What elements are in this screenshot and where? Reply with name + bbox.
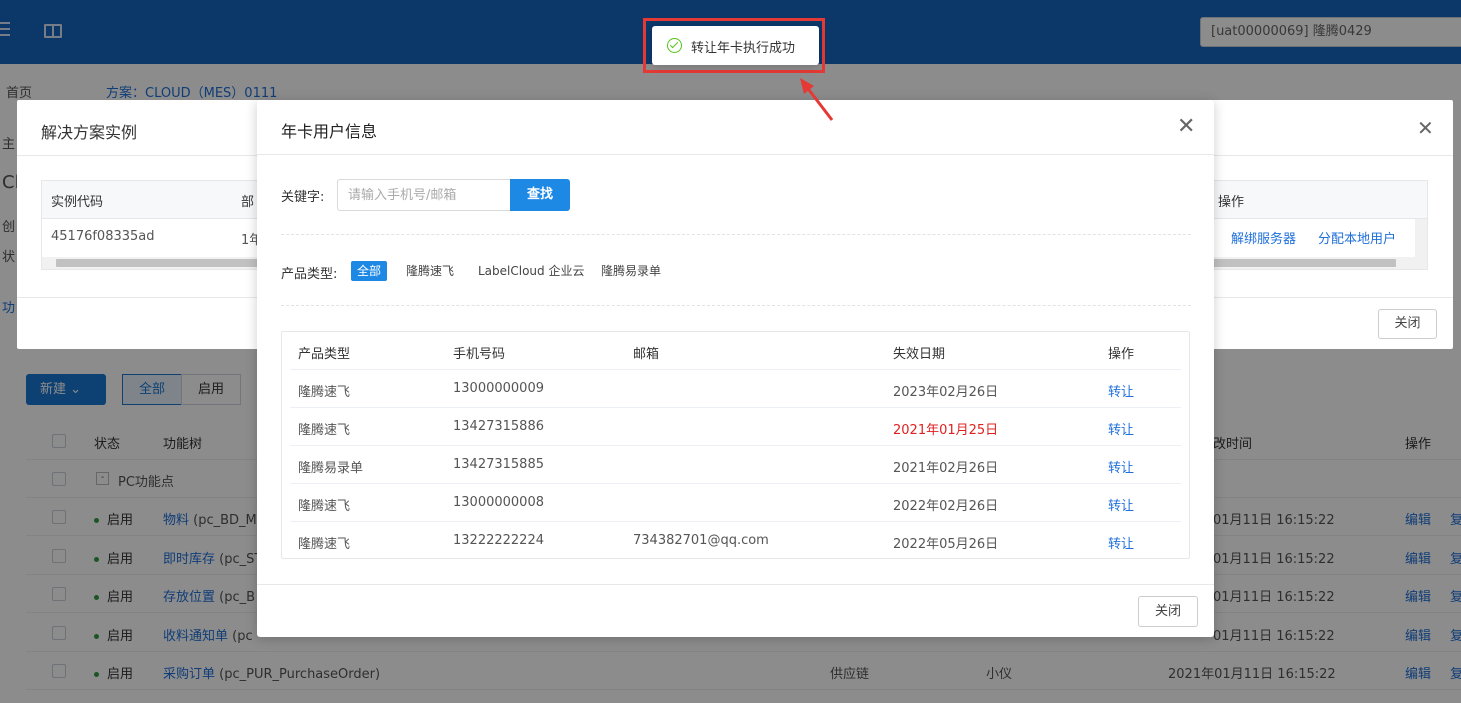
table-row: 隆腾速飞 13427315886 2021年01月25日 转让 — [290, 408, 1181, 446]
transfer-link[interactable]: 转让 — [1108, 419, 1134, 438]
keyword-label: 关键字: — [281, 190, 325, 205]
product-type-cell: 隆腾速飞 — [298, 423, 351, 438]
product-type-cell: 隆腾速飞 — [298, 385, 351, 400]
divider — [281, 305, 1191, 306]
transfer-link[interactable]: 转让 — [1108, 495, 1134, 514]
table-row: 隆腾速飞 13222222224 734382701@qq.com 2022年05月2… — [290, 522, 1181, 560]
col-ops: 操作 — [1108, 347, 1135, 362]
transfer-link[interactable]: 转让 — [1108, 457, 1134, 476]
product-type-cell: 隆腾速飞 — [298, 499, 351, 514]
transfer-link[interactable]: 转让 — [1108, 381, 1134, 400]
instance-code: 45176f08335ad — [51, 229, 155, 244]
col-email: 邮箱 — [633, 347, 660, 362]
product-type-cell: 隆腾易录单 — [298, 461, 364, 476]
email-cell: 734382701@qq.com — [633, 533, 769, 548]
unbind-server-link[interactable]: 解绑服务器 — [1231, 228, 1296, 247]
type-filter-yiludan[interactable]: 隆腾易录单 — [595, 261, 667, 281]
table-row: 隆腾易录单 13427315885 2021年02月26日 转让 — [290, 446, 1181, 484]
dialog-close-button[interactable]: 关闭 — [1138, 596, 1198, 627]
vertical-scrollbar[interactable] — [1415, 219, 1427, 257]
divider — [257, 154, 1214, 155]
table-row: 隆腾速飞 13000000009 2023年02月26日 转让 — [290, 370, 1181, 408]
close-icon[interactable]: ✕ — [1177, 116, 1195, 138]
phone-cell: 13000000009 — [453, 381, 544, 396]
success-toast: 转让年卡执行成功 — [652, 26, 819, 65]
transfer-link[interactable]: 转让 — [1108, 533, 1134, 552]
product-type-cell: 隆腾速飞 — [298, 537, 351, 552]
user-table-header: 产品类型 手机号码 邮箱 失效日期 操作 — [290, 332, 1181, 370]
divider — [257, 584, 1214, 585]
phone-cell: 13000000008 — [453, 495, 544, 510]
solution-dialog-title: 解决方案实例 — [41, 123, 138, 142]
type-filter-labelcloud[interactable]: LabelCloud 企业云 — [472, 261, 590, 281]
product-type-label: 产品类型: — [281, 267, 338, 282]
col-product-type: 产品类型 — [298, 347, 351, 362]
col-phone: 手机号码 — [453, 347, 506, 362]
check-circle-icon — [667, 38, 682, 53]
col-instance-code: 实例代码 — [51, 195, 104, 210]
table-row: 隆腾速飞 13000000008 2022年02月26日 转让 — [290, 484, 1181, 522]
type-filter-suifei[interactable]: 隆腾速飞 — [400, 261, 460, 281]
close-icon[interactable]: ✕ — [1417, 116, 1434, 140]
phone-cell: 13427315885 — [453, 457, 544, 472]
solution-close-button[interactable]: 关闭 — [1378, 309, 1437, 339]
col-ops: 操作 — [1218, 195, 1245, 210]
user-table: 产品类型 手机号码 邮箱 失效日期 操作 隆腾速飞 13000000009 2023… — [281, 331, 1190, 559]
assign-local-user-link[interactable]: 分配本地用户 — [1318, 228, 1396, 247]
annotation-arrow-icon — [800, 78, 834, 121]
col-expire-date: 失效日期 — [893, 347, 946, 362]
divider — [281, 234, 1191, 235]
search-button[interactable]: 查找 — [510, 179, 570, 211]
keyword-input[interactable] — [337, 179, 511, 211]
type-filter-all[interactable]: 全部 — [351, 261, 388, 281]
annual-card-user-dialog: 年卡用户信息 ✕ 关键字: 查找 产品类型: 全部 隆腾速飞 LabelClou… — [257, 100, 1214, 637]
phone-cell: 13427315886 — [453, 419, 544, 434]
expire-date-cell: 2023年02月26日 — [893, 385, 999, 400]
expire-date-cell: 2021年02月26日 — [893, 461, 999, 476]
toast-message: 转让年卡执行成功 — [691, 41, 796, 56]
expire-date-cell: 2022年05月26日 — [893, 537, 999, 552]
expire-date-cell: 2021年01月25日 — [893, 423, 999, 438]
col-deploy: 部 — [241, 195, 255, 210]
dialog-title: 年卡用户信息 — [281, 122, 378, 141]
phone-cell: 13222222224 — [453, 533, 544, 548]
expire-date-cell: 2022年02月26日 — [893, 499, 999, 514]
